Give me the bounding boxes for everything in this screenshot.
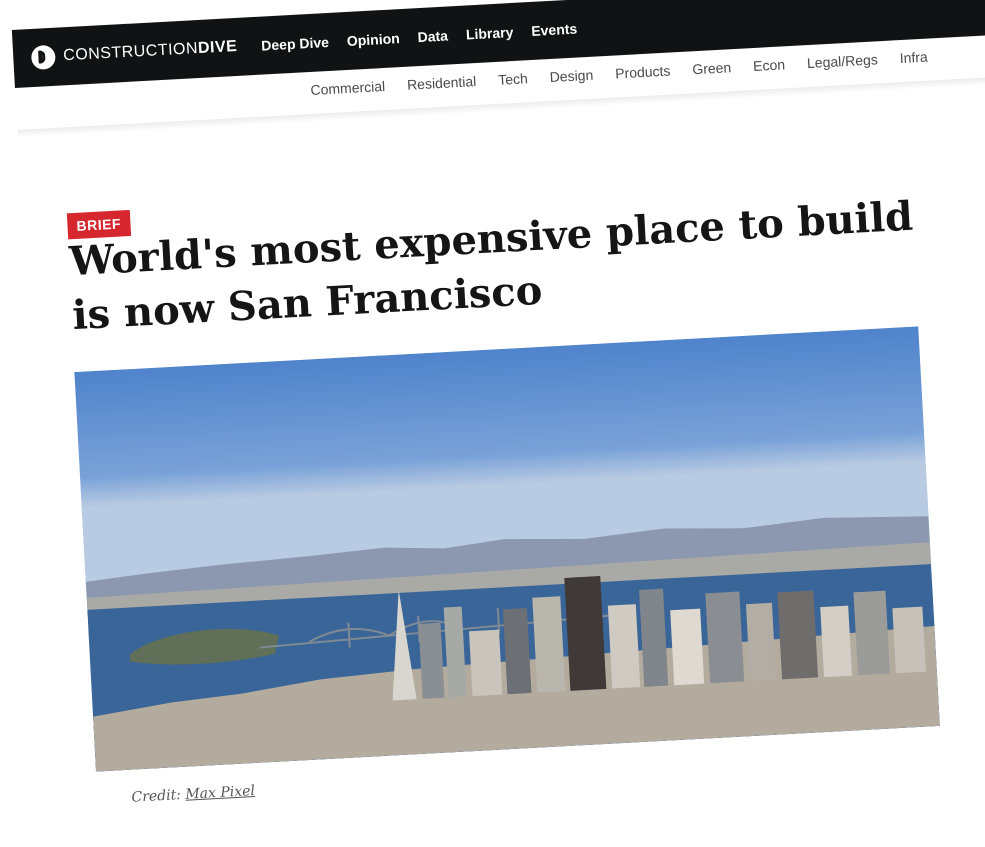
topic-products[interactable]: Products [615, 63, 671, 82]
topic-infra[interactable]: Infra [899, 49, 928, 66]
topic-commercial[interactable]: Commercial [310, 78, 385, 98]
nav-events[interactable]: Events [531, 20, 578, 38]
logo-wordmark: CONSTRUCTIONDIVE [63, 38, 238, 65]
logo-word-regular: CONSTRUCTION [62, 40, 199, 65]
credit-label: Credit: [131, 787, 182, 806]
logo-word-bold: DIVE [197, 37, 238, 58]
topic-residential[interactable]: Residential [407, 73, 477, 93]
credit-source-link[interactable]: Max Pixel [185, 783, 255, 803]
skyline-illustration [74, 326, 940, 772]
web-page: CONSTRUCTIONDIVE Deep Dive Opinion Data … [11, 0, 985, 819]
topic-tech[interactable]: Tech [498, 70, 528, 88]
nav-library[interactable]: Library [465, 24, 513, 43]
topic-econ[interactable]: Econ [753, 56, 786, 74]
screenshot-stage: CONSTRUCTIONDIVE Deep Dive Opinion Data … [0, 0, 985, 847]
primary-nav: Deep Dive Opinion Data Library Events [261, 20, 578, 53]
nav-data[interactable]: Data [417, 27, 448, 45]
topic-legal-regs[interactable]: Legal/Regs [807, 51, 879, 71]
nav-opinion[interactable]: Opinion [346, 30, 400, 49]
image-credit: Credit: Max Pixel [131, 783, 255, 806]
topic-green[interactable]: Green [692, 59, 732, 77]
topic-design[interactable]: Design [549, 67, 593, 85]
site-logo[interactable]: CONSTRUCTIONDIVE [30, 18, 239, 87]
hero-image [74, 326, 940, 772]
article-headline: World's most expensive place to build is… [68, 192, 915, 340]
nav-deep-dive[interactable]: Deep Dive [261, 34, 329, 54]
construction-dive-logo-icon [30, 44, 56, 71]
